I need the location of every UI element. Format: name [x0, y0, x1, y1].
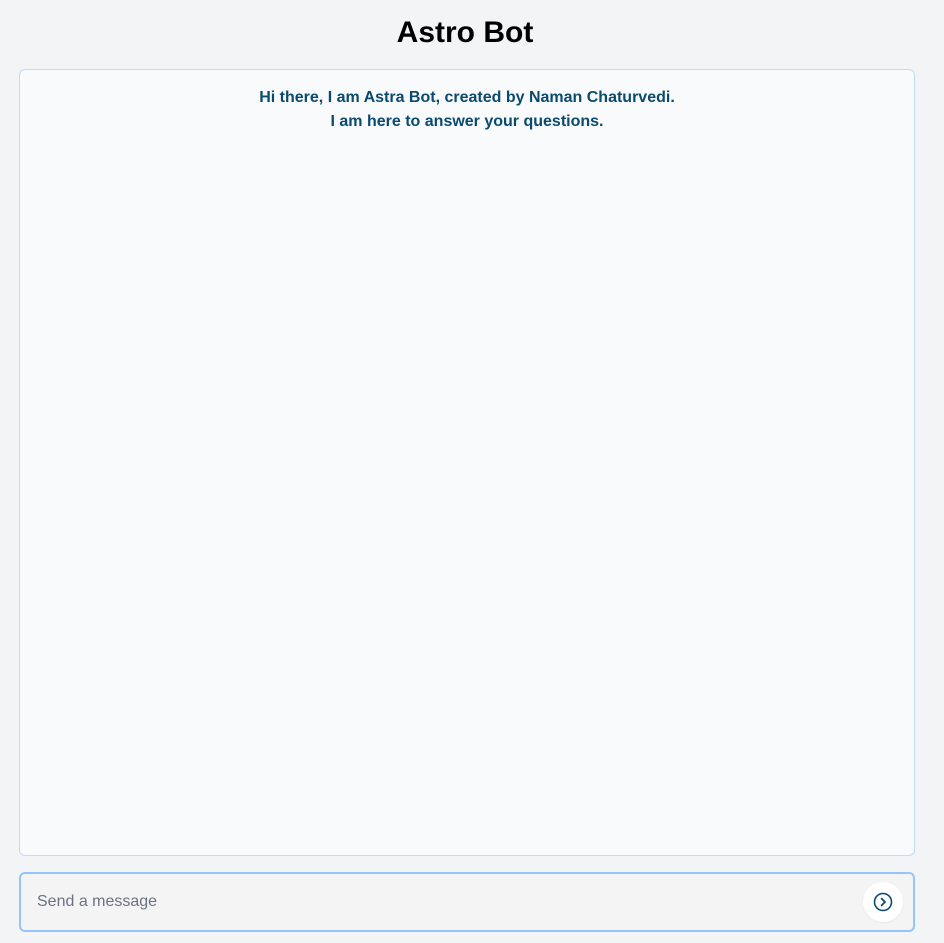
chevron-right-circle-icon: [873, 892, 893, 912]
bot-greeting: Hi there, I am Astra Bot, created by Nam…: [20, 86, 914, 134]
message-composer: [19, 872, 915, 932]
greeting-line: Hi there, I am Astra Bot, created by Nam…: [259, 89, 675, 106]
greeting-line: I am here to answer your questions.: [330, 113, 604, 130]
chat-window: Hi there, I am Astra Bot, created by Nam…: [19, 69, 915, 856]
message-input[interactable]: [21, 874, 851, 930]
page-title: Astro Bot: [396, 16, 534, 49]
send-button[interactable]: [863, 882, 903, 922]
